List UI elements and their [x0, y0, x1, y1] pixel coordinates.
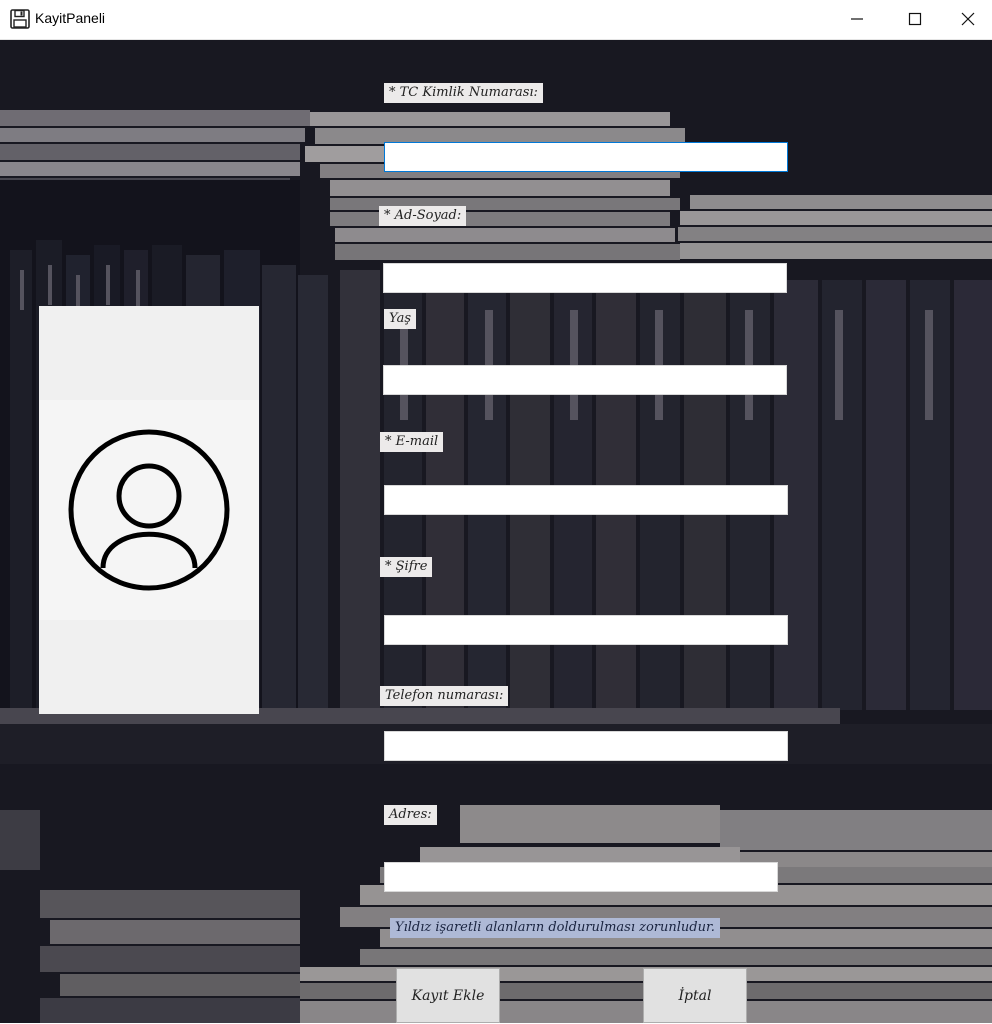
minimize-icon [851, 18, 863, 20]
phone-input[interactable] [384, 731, 788, 761]
cancel-button[interactable]: İptal [643, 968, 747, 1023]
email-input[interactable] [384, 485, 788, 515]
email-label: * E-mail [380, 432, 444, 452]
age-label: Yaş [384, 309, 416, 329]
tc-label: * TC Kimlik Numarası: [384, 83, 543, 103]
minimize-button[interactable] [828, 0, 886, 39]
floppy-disk-icon [10, 9, 30, 29]
address-label: Adres: [384, 805, 437, 825]
name-label: * Ad-Soyad: [379, 206, 467, 226]
password-label: * Şifre [380, 557, 433, 577]
age-input[interactable] [383, 365, 787, 395]
window-title: KayitPaneli [35, 10, 106, 26]
close-icon [961, 12, 975, 26]
profile-image-area [39, 400, 259, 620]
profile-picture-box[interactable] [39, 306, 259, 714]
password-input[interactable] [384, 615, 788, 645]
add-record-button[interactable]: Kayıt Ekle [396, 968, 500, 1023]
close-button[interactable] [944, 0, 992, 39]
maximize-button[interactable] [886, 0, 944, 39]
maximize-icon [908, 12, 922, 26]
user-avatar-icon [68, 429, 230, 591]
name-input[interactable] [383, 263, 787, 293]
tc-input[interactable] [384, 142, 788, 172]
address-input[interactable] [384, 862, 778, 892]
phone-label: Telefon numarası: [380, 686, 509, 706]
title-bar: KayitPaneli [0, 0, 992, 40]
required-fields-note: Yıldız işaretli alanların doldurulması z… [390, 918, 720, 938]
